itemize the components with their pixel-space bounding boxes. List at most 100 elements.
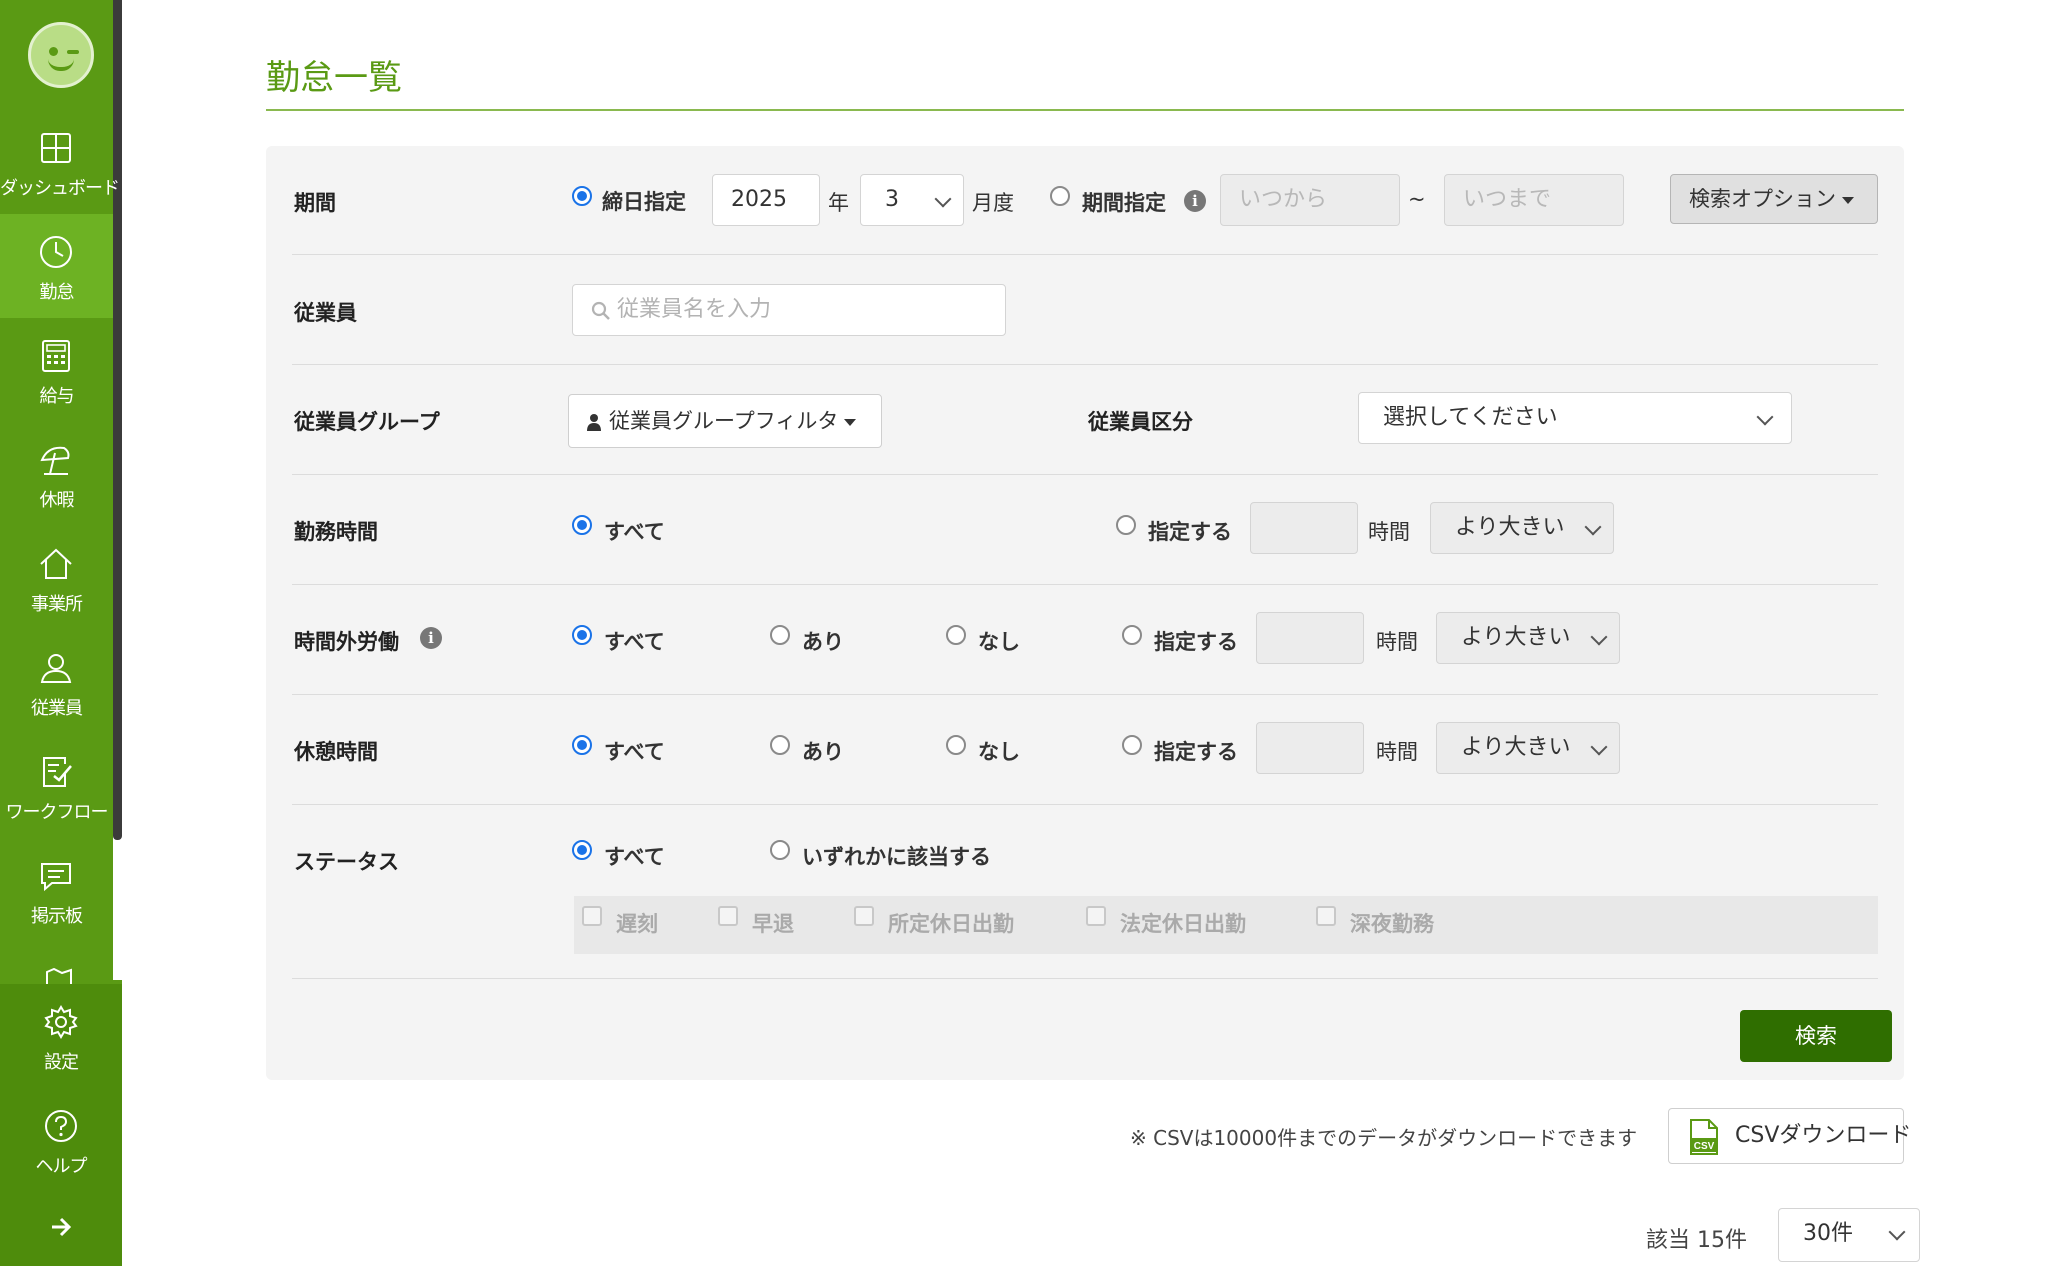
sidebar-item-payroll[interactable]: 給与: [0, 318, 113, 422]
logo-icon[interactable]: [28, 22, 94, 88]
sidebar-scrollbar[interactable]: [113, 0, 122, 840]
user-icon: [587, 414, 601, 431]
sidebar-item-label: 勤怠: [39, 282, 75, 303]
sidebar-item-label: ワークフロー: [5, 802, 109, 823]
overtime-comparator-select[interactable]: より大きい: [1436, 612, 1620, 664]
calculator-icon: [42, 340, 70, 372]
break-no-label: なし: [978, 740, 1020, 764]
sidebar-item-employees[interactable]: 従業員: [0, 630, 113, 734]
date-to-input[interactable]: いつまで: [1444, 174, 1624, 226]
row-divider: [292, 978, 1878, 979]
sidebar-item-workflow[interactable]: ワークフロー: [0, 734, 113, 838]
work-hours-specify-label: 指定する: [1148, 520, 1232, 544]
truncated-menu-icon: [46, 968, 72, 984]
year-unit: 年: [828, 191, 849, 215]
work-hours-all-label: すべて: [604, 520, 665, 544]
employee-group-filter-button[interactable]: 従業員グループフィルタ: [568, 394, 882, 448]
chevron-down-icon: [1590, 628, 1608, 646]
caret-down-icon: [1842, 196, 1854, 204]
status-late-checkbox[interactable]: [582, 906, 602, 926]
overtime-label: 時間外労働: [294, 630, 399, 654]
employee-category-select[interactable]: 選択してください: [1358, 392, 1792, 444]
sidebar-item-help[interactable]: ヘルプ: [0, 1088, 122, 1192]
sidebar-item-attendance[interactable]: 勤怠: [0, 214, 113, 318]
status-late-night-label: 深夜勤務: [1350, 912, 1434, 936]
sidebar-item-board[interactable]: 掲示板: [0, 838, 113, 942]
overtime-yes-label: あり: [802, 630, 844, 654]
overtime-yes-radio[interactable]: [770, 625, 790, 645]
overtime-no-radio[interactable]: [946, 625, 966, 645]
work-hours-label: 勤務時間: [294, 520, 378, 544]
search-button[interactable]: 検索: [1740, 1010, 1892, 1062]
status-any-label: いずれかに該当する: [802, 845, 991, 869]
csv-file-icon: CSV: [1690, 1119, 1718, 1155]
per-page-value: 30件: [1803, 1221, 1853, 1246]
overtime-specify-radio[interactable]: [1122, 625, 1142, 645]
date-range-label: 期間指定: [1082, 191, 1166, 215]
break-specify-label: 指定する: [1154, 740, 1238, 764]
sidebar-item-office[interactable]: 事業所: [0, 526, 113, 630]
month-unit: 月度: [972, 191, 1014, 215]
employee-category-value: 選択してください: [1383, 405, 1558, 430]
break-all-radio[interactable]: [572, 735, 592, 755]
info-icon[interactable]: i: [420, 627, 442, 649]
break-yes-radio[interactable]: [770, 735, 790, 755]
employee-search-input[interactable]: 従業員名を入力: [572, 284, 1006, 336]
work-hours-comparator-value: より大きい: [1455, 515, 1565, 540]
status-early-leave-checkbox[interactable]: [718, 906, 738, 926]
sidebar-item-leave[interactable]: 休暇: [0, 422, 113, 526]
arrow-right-icon[interactable]: [48, 1214, 74, 1240]
status-all-radio[interactable]: [572, 840, 592, 860]
work-hours-comparator-select[interactable]: より大きい: [1430, 502, 1614, 554]
chevron-down-icon: [1888, 1223, 1906, 1241]
row-divider: [292, 254, 1878, 255]
overtime-all-label: すべて: [604, 630, 665, 654]
dashboard-icon: [41, 133, 71, 163]
month-select-value: 3: [885, 187, 899, 212]
status-scheduled-holiday-label: 所定休日出勤: [888, 912, 1014, 936]
break-hours-input[interactable]: [1256, 722, 1364, 774]
row-divider: [292, 584, 1878, 585]
search-options-label: 検索オプション: [1689, 187, 1836, 211]
closing-date-radio[interactable]: [572, 186, 592, 206]
sidebar-item-settings[interactable]: 設定: [0, 984, 122, 1088]
closing-date-label: 締日指定: [602, 190, 686, 214]
status-early-leave-label: 早退: [752, 912, 794, 936]
year-input[interactable]: 2025: [712, 174, 820, 226]
overtime-unit: 時間: [1376, 630, 1418, 654]
status-late-label: 遅刻: [616, 912, 658, 936]
overtime-hours-input[interactable]: [1256, 612, 1364, 664]
csv-download-button[interactable]: CSV CSVダウンロード: [1668, 1108, 1911, 1164]
break-comparator-value: より大きい: [1461, 735, 1571, 760]
work-hours-input[interactable]: [1250, 502, 1358, 554]
help-icon: [45, 1110, 77, 1142]
employee-label: 従業員: [294, 301, 357, 325]
work-hours-specify-radio[interactable]: [1116, 515, 1136, 535]
info-icon[interactable]: i: [1184, 190, 1206, 212]
date-range-radio[interactable]: [1050, 186, 1070, 206]
break-specify-radio[interactable]: [1122, 735, 1142, 755]
chevron-down-icon: [1590, 738, 1608, 756]
per-page-select[interactable]: 30件: [1778, 1208, 1920, 1262]
row-divider: [292, 364, 1878, 365]
search-options-button[interactable]: 検索オプション: [1670, 174, 1878, 224]
workflow-check-icon: [43, 757, 72, 787]
overtime-all-radio[interactable]: [572, 625, 592, 645]
status-any-radio[interactable]: [770, 840, 790, 860]
status-scheduled-holiday-checkbox[interactable]: [854, 906, 874, 926]
work-hours-all-radio[interactable]: [572, 515, 592, 535]
sidebar-item-label: 設定: [44, 1052, 79, 1073]
message-board-icon: [41, 863, 71, 892]
break-no-radio[interactable]: [946, 735, 966, 755]
month-select[interactable]: 3: [860, 174, 964, 226]
status-legal-holiday-checkbox[interactable]: [1086, 906, 1106, 926]
date-from-input[interactable]: いつから: [1220, 174, 1400, 226]
page-title: 勤怠一覧: [266, 58, 402, 98]
status-late-night-checkbox[interactable]: [1316, 906, 1336, 926]
sidebar-item-dashboard[interactable]: ダッシュボード: [0, 110, 120, 214]
result-count: 該当 15件: [1646, 1228, 1747, 1253]
person-icon: [40, 654, 72, 683]
work-hours-unit: 時間: [1368, 520, 1410, 544]
break-comparator-select[interactable]: より大きい: [1436, 722, 1620, 774]
break-time-label: 休憩時間: [294, 740, 378, 764]
